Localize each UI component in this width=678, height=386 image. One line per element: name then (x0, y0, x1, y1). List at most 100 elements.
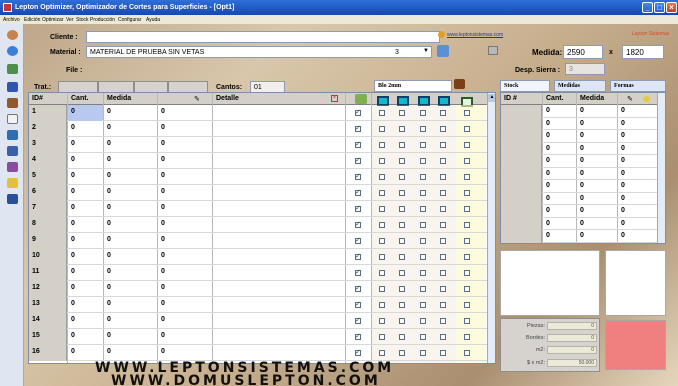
detalle-cell[interactable] (213, 345, 345, 361)
cant-cell[interactable]: 0 (68, 233, 103, 249)
table-row[interactable]: 10 0 0 0 (29, 249, 487, 265)
tools-icon[interactable] (7, 98, 18, 108)
stock-medida-width-cell[interactable]: 0 (577, 105, 617, 118)
edge-top-checkbox[interactable] (379, 254, 385, 260)
medida-width-cell[interactable]: 0 (104, 297, 157, 313)
edge-left-checkbox[interactable] (399, 270, 405, 276)
medida-width-cell[interactable]: 0 (104, 201, 157, 217)
include-checkbox[interactable] (355, 172, 361, 180)
stock-medida-width-cell[interactable]: 0 (577, 218, 617, 231)
menu-archivo[interactable]: Archivo (3, 17, 20, 23)
tab-medidas[interactable]: Medidas (554, 80, 606, 92)
edge-top-checkbox[interactable] (379, 334, 385, 340)
detalle-cell[interactable] (213, 105, 345, 121)
edge-top-checkbox[interactable] (379, 350, 385, 356)
grain-checkbox[interactable] (464, 302, 470, 308)
stock-medida-width-cell[interactable]: 0 (577, 155, 617, 168)
include-checkbox[interactable] (355, 108, 361, 116)
stock-row[interactable]: 000 (501, 217, 657, 231)
medida-height-cell[interactable]: 0 (158, 313, 212, 329)
table-row[interactable]: 5000 (29, 169, 487, 185)
edge-bottom-checkbox[interactable] (420, 206, 426, 212)
edge-left-checkbox[interactable] (399, 126, 405, 132)
include-checkbox[interactable] (355, 124, 361, 132)
stock-medida-height-cell[interactable]: 0 (618, 155, 657, 168)
stock-cant-cell[interactable]: 0 (543, 230, 576, 243)
edge-bottom-checkbox[interactable] (420, 254, 426, 260)
edge-right-checkbox[interactable] (440, 334, 446, 340)
edge-right-checkbox[interactable] (440, 190, 446, 196)
edge-top-checkbox[interactable] (379, 142, 385, 148)
pencil-icon[interactable]: ✎ (194, 95, 200, 103)
grain-checkbox[interactable] (464, 190, 470, 196)
detalle-cell[interactable] (213, 217, 345, 233)
menu-configurar[interactable]: Configurar (118, 17, 141, 23)
medida-height-cell[interactable]: 0 (158, 121, 212, 137)
stock-row[interactable]: 000 (501, 105, 657, 118)
detalle-cell[interactable] (213, 265, 345, 281)
cant-cell[interactable]: 0 (68, 105, 103, 121)
tab-formas[interactable]: Formas (610, 80, 666, 92)
detalle-cell[interactable] (213, 249, 345, 265)
table-row[interactable]: 8000 (29, 217, 487, 233)
edge-right-checkbox[interactable] (440, 110, 446, 116)
edge-bottom-checkbox[interactable] (420, 110, 426, 116)
edge-bottom-checkbox[interactable] (420, 350, 426, 356)
edge-bottom-checkbox[interactable] (420, 158, 426, 164)
detalle-cell[interactable] (213, 169, 345, 185)
edge-bottom-checkbox[interactable] (420, 238, 426, 244)
edge-right-checkbox[interactable] (440, 206, 446, 212)
stock-medida-width-cell[interactable]: 0 (577, 180, 617, 193)
edge-bottom-checkbox[interactable] (420, 286, 426, 292)
grain-checkbox[interactable] (464, 142, 470, 148)
grain-checkbox[interactable] (464, 206, 470, 212)
medida-width-cell[interactable]: 0 (104, 105, 157, 121)
medida-height-cell[interactable]: 0 (158, 249, 212, 265)
cant-cell[interactable]: 0 (68, 217, 103, 233)
edge-left-checkbox[interactable] (399, 302, 405, 308)
stock-cant-cell[interactable]: 0 (543, 105, 576, 118)
stock-medida-height-cell[interactable]: 0 (618, 118, 657, 131)
edge-top-checkbox[interactable] (379, 238, 385, 244)
menu-ver[interactable]: Ver (66, 17, 74, 23)
medida-width-cell[interactable]: 0 (104, 153, 157, 169)
edge-top-checkbox[interactable] (379, 222, 385, 228)
save-icon[interactable] (7, 194, 18, 204)
saw-blade-icon[interactable] (7, 30, 18, 40)
detalle-cell[interactable] (213, 281, 345, 297)
edge-right-checkbox[interactable] (440, 222, 446, 228)
edge-right-checkbox[interactable] (440, 286, 446, 292)
cant-cell[interactable]: 0 (68, 281, 103, 297)
edge-top-checkbox[interactable] (379, 302, 385, 308)
edge-right-checkbox[interactable] (440, 126, 446, 132)
edge-top-checkbox[interactable] (379, 286, 385, 292)
grain-checkbox[interactable] (464, 174, 470, 180)
stock-medida-width-cell[interactable]: 0 (577, 205, 617, 218)
truck-icon[interactable] (7, 146, 18, 156)
stock-medida-height-cell[interactable]: 0 (618, 205, 657, 218)
detalle-cell[interactable] (213, 121, 345, 137)
edge-bottom-checkbox[interactable] (420, 270, 426, 276)
stock-pencil-icon[interactable]: ✎ (627, 95, 633, 103)
stock-cant-cell[interactable]: 0 (543, 205, 576, 218)
stock-cant-cell[interactable]: 0 (543, 118, 576, 131)
include-checkbox[interactable] (355, 332, 361, 340)
cliente-input[interactable] (86, 31, 440, 43)
medida-height-cell[interactable]: 0 (158, 105, 212, 121)
edge-left-checkbox[interactable] (399, 110, 405, 116)
grid-action-icon[interactable] (355, 94, 367, 104)
table-row[interactable]: 7000 (29, 201, 487, 217)
cant-cell[interactable]: 0 (68, 137, 103, 153)
table-row[interactable]: 16 0 0 0 (29, 345, 487, 361)
stock-cant-cell[interactable]: 0 (543, 143, 576, 156)
stock-medida-height-cell[interactable]: 0 (618, 218, 657, 231)
medida-width-cell[interactable]: 0 (104, 345, 157, 361)
stock-cant-cell[interactable]: 0 (543, 218, 576, 231)
table-row[interactable]: 11 0 0 0 (29, 265, 487, 281)
edge-left-checkbox[interactable] (399, 254, 405, 260)
stock-row[interactable]: 000 (501, 155, 657, 168)
cant-cell[interactable]: 0 (68, 121, 103, 137)
menu-stock[interactable]: Stock (76, 17, 89, 23)
edge-bottom-checkbox[interactable] (420, 222, 426, 228)
picture-icon[interactable] (7, 64, 18, 74)
